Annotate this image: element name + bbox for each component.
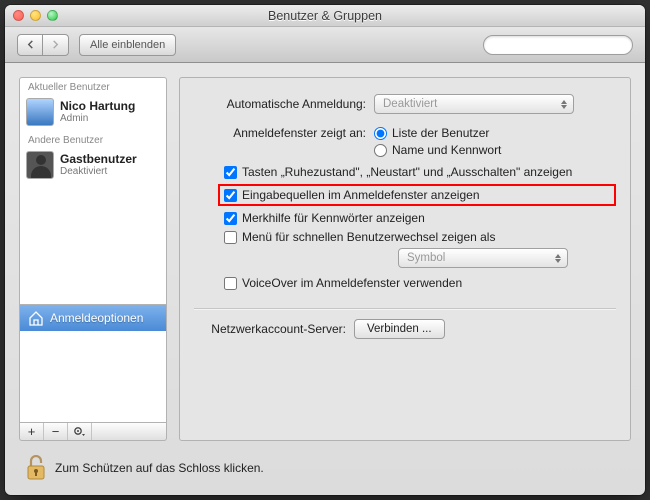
chevron-right-icon <box>51 40 60 49</box>
user-name: Nico Hartung <box>60 100 135 114</box>
display-radio-group: Liste der Benutzer Name und Kennwort <box>374 126 501 157</box>
toolbar: Alle einblenden <box>5 27 645 63</box>
checkbox-input[interactable] <box>224 166 237 179</box>
fast-switch-popup[interactable]: Symbol <box>398 248 568 268</box>
display-as-row: Anmeldefenster zeigt an: Liste der Benut… <box>194 126 616 157</box>
settings-panel: Automatische Anmeldung: Deaktiviert Anme… <box>179 77 631 441</box>
content-area: Aktueller Benutzer Nico Hartung Admin An… <box>5 63 645 445</box>
chevron-left-icon <box>26 40 35 49</box>
cb-fast-switch[interactable]: Menü für schnellen Benutzerwechsel zeige… <box>224 230 616 244</box>
network-server-label: Netzwerkaccount-Server: <box>194 322 354 336</box>
traffic-lights <box>13 10 58 21</box>
close-icon[interactable] <box>13 10 24 21</box>
checkbox-input[interactable] <box>224 231 237 244</box>
lock-row: Zum Schützen auf das Schloss klicken. <box>5 445 645 495</box>
radio-input[interactable] <box>374 127 387 140</box>
gear-icon <box>73 426 87 438</box>
login-options-label: Anmeldeoptionen <box>50 311 143 325</box>
forward-button[interactable] <box>43 34 69 56</box>
back-button[interactable] <box>17 34 43 56</box>
lock-text: Zum Schützen auf das Schloss klicken. <box>55 461 264 475</box>
sidebar-footer: + − <box>19 423 167 441</box>
search-field[interactable] <box>483 35 633 55</box>
checkbox-input[interactable] <box>224 212 237 225</box>
window-title: Benutzer & Gruppen <box>5 9 645 23</box>
nav-buttons <box>17 34 69 56</box>
radio-name-password[interactable]: Name und Kennwort <box>374 143 501 157</box>
radio-user-list[interactable]: Liste der Benutzer <box>374 126 501 140</box>
show-all-button[interactable]: Alle einblenden <box>79 34 176 56</box>
cb-show-buttons[interactable]: Tasten „Ruhezustand", „Neustart" und „Au… <box>224 165 616 179</box>
search-input[interactable] <box>494 39 636 51</box>
auto-login-popup[interactable]: Deaktiviert <box>374 94 574 114</box>
divider <box>194 308 616 309</box>
guest-user-row[interactable]: Gastbenutzer Deaktiviert <box>20 148 166 184</box>
prefs-window: Benutzer & Gruppen Alle einblenden Aktue… <box>5 5 645 495</box>
zoom-icon[interactable] <box>47 10 58 21</box>
checkbox-input[interactable] <box>224 277 237 290</box>
avatar <box>26 98 54 126</box>
user-list: Aktueller Benutzer Nico Hartung Admin An… <box>19 77 167 423</box>
login-options-row[interactable]: Anmeldeoptionen <box>20 304 166 331</box>
other-users-header: Andere Benutzer <box>20 131 166 148</box>
lock-icon[interactable] <box>25 455 47 481</box>
connect-button[interactable]: Verbinden ... <box>354 319 445 339</box>
add-user-button[interactable]: + <box>20 423 44 440</box>
chevron-updown-icon <box>552 251 564 265</box>
cb-password-hints[interactable]: Merkhilfe für Kennwörter anzeigen <box>224 211 616 225</box>
user-name: Gastbenutzer <box>60 153 137 167</box>
cb-input-sources[interactable]: Eingabequellen im Anmeldefenster anzeige… <box>224 188 480 202</box>
chevron-updown-icon <box>558 97 570 111</box>
display-as-label: Anmeldefenster zeigt an: <box>194 126 374 140</box>
house-icon <box>28 310 44 326</box>
checkbox-list: Tasten „Ruhezustand", „Neustart" und „Au… <box>194 165 616 244</box>
current-user-row[interactable]: Nico Hartung Admin <box>20 95 166 131</box>
checkbox-input[interactable] <box>224 189 237 202</box>
action-menu-button[interactable] <box>68 423 92 440</box>
radio-input[interactable] <box>374 144 387 157</box>
cb-voiceover[interactable]: VoiceOver im Anmeldefenster verwenden <box>224 276 616 290</box>
remove-user-button[interactable]: − <box>44 423 68 440</box>
current-user-header: Aktueller Benutzer <box>20 78 166 95</box>
minimize-icon[interactable] <box>30 10 41 21</box>
auto-login-row: Automatische Anmeldung: Deaktiviert <box>194 94 616 114</box>
fast-switch-popup-row: Symbol <box>398 248 616 268</box>
user-role: Deaktiviert <box>60 166 137 177</box>
highlighted-option: Eingabequellen im Anmeldefenster anzeige… <box>218 184 616 206</box>
auto-login-label: Automatische Anmeldung: <box>194 97 374 111</box>
avatar <box>26 151 54 179</box>
sidebar: Aktueller Benutzer Nico Hartung Admin An… <box>19 77 167 441</box>
network-server-row: Netzwerkaccount-Server: Verbinden ... <box>194 319 616 339</box>
titlebar: Benutzer & Gruppen <box>5 5 645 27</box>
user-role: Admin <box>60 113 135 124</box>
checkbox-list-2: VoiceOver im Anmeldefenster verwenden <box>194 276 616 290</box>
